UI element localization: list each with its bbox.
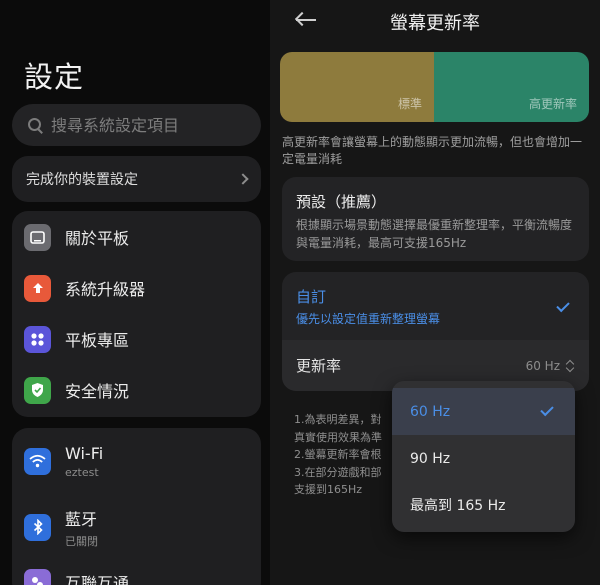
sidebar-item-label: 互聯互通 xyxy=(65,574,130,585)
custom-option[interactable]: 自訂 優先以設定值重新整理螢幕 xyxy=(282,272,589,340)
chevron-right-icon xyxy=(237,173,249,185)
sidebar-item-system-updater[interactable]: 系統升級器 xyxy=(24,264,261,312)
sidebar-item-label: Wi-Fi xyxy=(65,443,104,463)
settings-group-connections: Wi-Fi eztest 藍牙 已關閉 互聯互通 xyxy=(12,428,261,585)
option-165hz[interactable]: 最高到 165 Hz xyxy=(392,481,575,528)
default-option-title: 預設（推薦） xyxy=(296,193,387,211)
settings-sidebar: 設定 完成你的裝置設定 關於平板 系統升級器 平板專區 xyxy=(0,0,270,585)
sidebar-item-label: 安全情況 xyxy=(65,382,130,401)
custom-option-desc: 優先以設定值重新整理螢幕 xyxy=(296,312,441,326)
default-option-desc: 根據顯示場景動態選擇最優重新整理率，平衡流暢度與電量消耗，最高可支援165Hz xyxy=(296,218,573,250)
option-label: 90 Hz xyxy=(410,450,451,467)
sidebar-item-tablet-zone[interactable]: 平板專區 xyxy=(24,315,261,363)
complete-setup-label: 完成你的裝置設定 xyxy=(26,172,138,188)
custom-option-title: 自訂 xyxy=(296,288,327,306)
default-option-card[interactable]: 預設（推薦） 根據顯示場景動態選擇最優重新整理率，平衡流暢度與電量消耗，最高可支… xyxy=(282,177,589,261)
refresh-rate-dropdown: 60 Hz 90 Hz 最高到 165 Hz xyxy=(392,381,575,532)
option-label: 最高到 165 Hz xyxy=(410,497,506,514)
sidebar-item-label: 系統升級器 xyxy=(65,280,146,299)
sidebar-item-label: 關於平板 xyxy=(65,229,130,248)
sidebar-item-label: 平板專區 xyxy=(65,331,130,350)
option-label: 60 Hz xyxy=(410,403,451,420)
sidebar-item-bluetooth[interactable]: 藍牙 已關閉 xyxy=(24,501,261,553)
search-input[interactable] xyxy=(51,115,251,135)
search-icon xyxy=(28,117,43,133)
sidebar-item-interconnect[interactable]: 互聯互通 xyxy=(24,562,261,585)
option-90hz[interactable]: 90 Hz xyxy=(392,435,575,482)
bluetooth-status: 已關閉 xyxy=(65,534,98,548)
complete-setup-card[interactable]: 完成你的裝置設定 xyxy=(12,156,261,202)
checkmark-icon xyxy=(540,402,554,417)
settings-title: 設定 xyxy=(24,60,85,94)
bluetooth-icon xyxy=(24,513,51,541)
tablet-icon xyxy=(24,223,51,251)
up-down-chevron-icon xyxy=(565,359,575,373)
search-bar[interactable] xyxy=(12,104,261,146)
sidebar-item-wifi[interactable]: Wi-Fi eztest xyxy=(24,435,261,487)
refresh-rate-preview: 標準 高更新率 xyxy=(280,52,589,122)
upload-arrow-icon xyxy=(24,274,51,302)
grid-dots-icon xyxy=(24,325,51,353)
wifi-icon xyxy=(24,447,51,475)
standard-preview: 標準 xyxy=(280,52,434,122)
sidebar-item-security[interactable]: 安全情況 xyxy=(24,366,261,414)
connect-icon xyxy=(24,568,51,585)
sidebar-item-label: 藍牙 xyxy=(65,509,98,529)
refresh-rate-label: 更新率 xyxy=(296,357,342,375)
refresh-rate-value: 60 Hz xyxy=(525,358,560,373)
settings-group-device: 關於平板 系統升級器 平板專區 安全情況 xyxy=(12,211,261,417)
custom-option-card: 自訂 優先以設定值重新整理螢幕 更新率 60 Hz xyxy=(282,272,589,391)
high-refresh-preview-label: 高更新率 xyxy=(528,97,577,111)
standard-preview-label: 標準 xyxy=(397,97,422,111)
option-60hz[interactable]: 60 Hz xyxy=(392,388,575,435)
wifi-network-name: eztest xyxy=(65,465,99,479)
shield-check-icon xyxy=(24,376,51,404)
sidebar-item-about-tablet[interactable]: 關於平板 xyxy=(24,213,261,261)
high-refresh-preview: 高更新率 xyxy=(434,52,589,122)
refresh-rate-description: 高更新率會讓螢幕上的動態顯示更加流暢，但也會增加一定電量消耗 xyxy=(282,135,583,166)
page-title: 螢幕更新率 xyxy=(390,13,480,34)
